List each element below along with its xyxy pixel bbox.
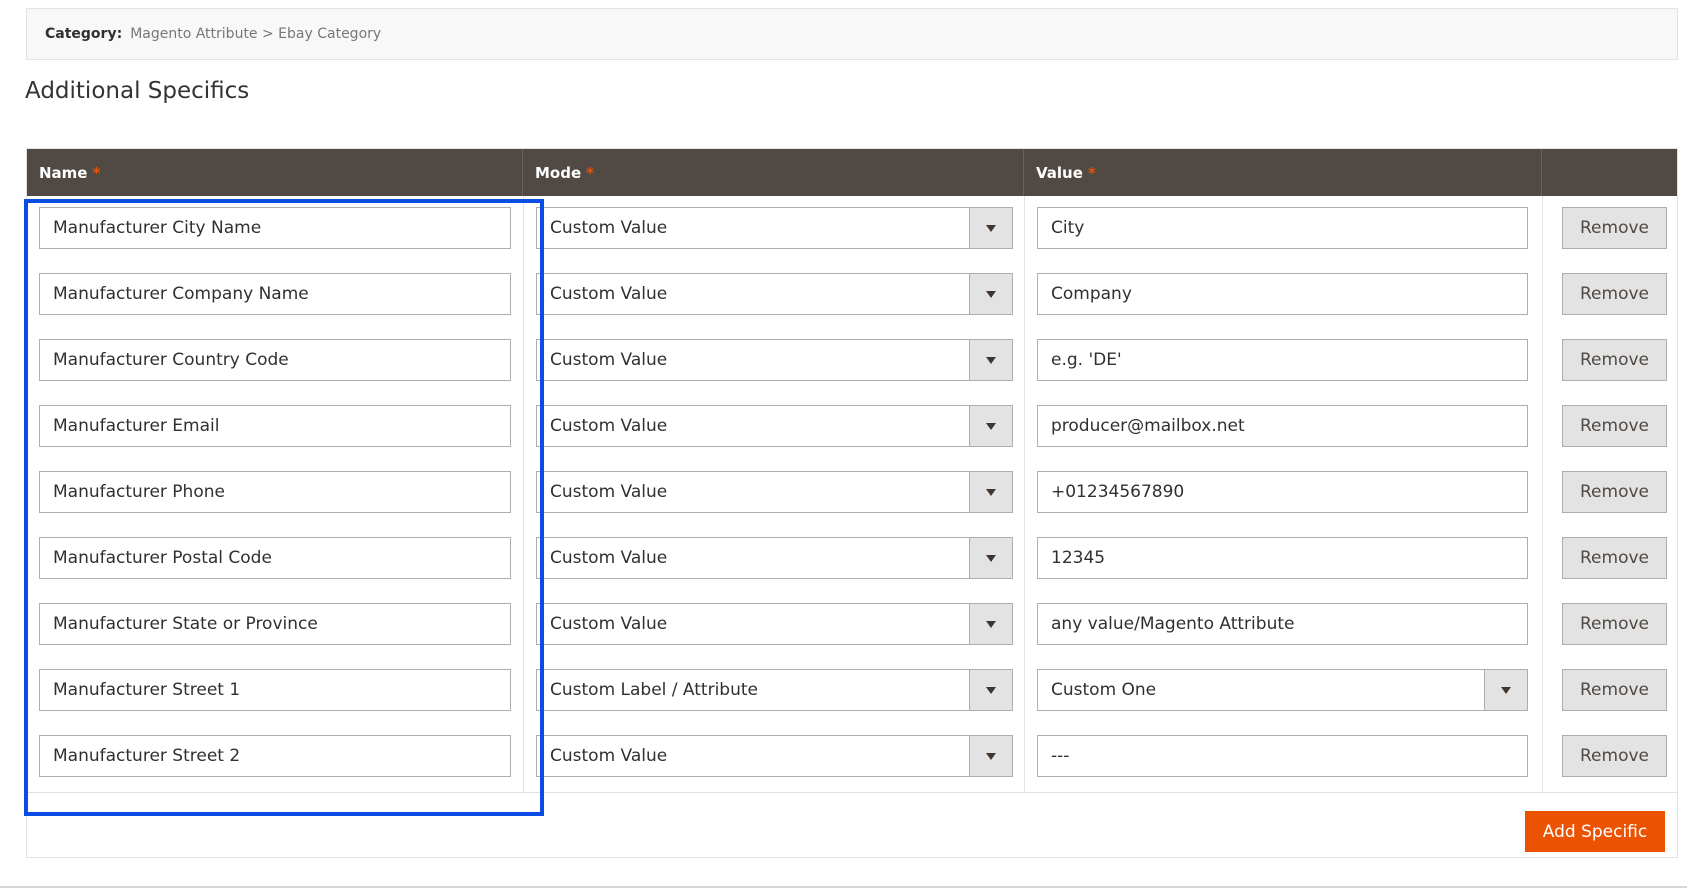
table-row: Manufacturer Company Name Custom Value Com… — [27, 273, 1677, 315]
remove-button[interactable]: Remove — [1562, 405, 1667, 447]
remove-button[interactable]: Remove — [1562, 339, 1667, 381]
value-input[interactable]: 12345 — [1037, 537, 1528, 579]
table-row: Manufacturer Phone Custom Value +012345678… — [27, 471, 1677, 513]
chevron-down-icon[interactable] — [969, 274, 1012, 314]
mode-select[interactable]: Custom Label / Attribute — [536, 669, 1013, 711]
value-text: Company — [1051, 284, 1132, 304]
mode-select-value: Custom Value — [550, 284, 668, 304]
table-row: Manufacturer State or Province Custom Val… — [27, 603, 1677, 645]
mode-select-value: Custom Label / Attribute — [550, 680, 758, 700]
name-input[interactable]: Manufacturer Country Code — [39, 339, 511, 381]
chevron-down-icon[interactable] — [969, 604, 1012, 644]
value-input[interactable]: +01234567890 — [1037, 471, 1528, 513]
value-text: 12345 — [1051, 548, 1106, 568]
category-label: Category: — [45, 26, 123, 42]
name-input[interactable]: Manufacturer Company Name — [39, 273, 511, 315]
remove-button[interactable]: Remove — [1562, 273, 1667, 315]
category-path: Magento Attribute > Ebay Category — [130, 26, 382, 42]
chevron-down-icon[interactable] — [969, 208, 1012, 248]
chevron-down-icon[interactable] — [969, 736, 1012, 776]
value-input[interactable]: any value/Magento Attribute — [1037, 603, 1528, 645]
mode-select-value: Custom Value — [550, 350, 668, 370]
value-text: Custom One — [1051, 680, 1157, 700]
value-text: --- — [1051, 746, 1070, 766]
category-bar: Category: Magento Attribute > Ebay Categ… — [26, 8, 1678, 60]
table-row: Manufacturer Country Code Custom Value e.g… — [27, 339, 1677, 381]
column-header-mode-label: Mode — [535, 163, 582, 182]
table-row: Manufacturer Street 2 Custom Value --- Remo… — [27, 735, 1677, 777]
name-input[interactable]: Manufacturer Street 2 — [39, 735, 511, 777]
remove-button[interactable]: Remove — [1562, 603, 1667, 645]
value-select[interactable]: Custom One — [1037, 669, 1528, 711]
remove-button[interactable]: Remove — [1562, 537, 1667, 579]
mode-select-value: Custom Value — [550, 614, 668, 634]
required-mark: * — [1087, 163, 1096, 182]
add-specific-button[interactable]: Add Specific — [1525, 811, 1665, 852]
mode-select-value: Custom Value — [550, 746, 668, 766]
column-header-name: Name * — [27, 149, 523, 196]
table-row: Manufacturer Postal Code Custom Value 1234… — [27, 537, 1677, 579]
value-input[interactable]: --- — [1037, 735, 1528, 777]
table-row: Manufacturer City Name Custom Value City Re… — [27, 207, 1677, 249]
table-row: Manufacturer Email Custom Value producer@m… — [27, 405, 1677, 447]
column-header-name-label: Name — [39, 163, 88, 182]
chevron-down-icon[interactable] — [969, 406, 1012, 446]
remove-button[interactable]: Remove — [1562, 735, 1667, 777]
page-bottom-border — [0, 886, 1687, 888]
remove-button[interactable]: Remove — [1562, 207, 1667, 249]
name-input[interactable]: Manufacturer Postal Code — [39, 537, 511, 579]
mode-select-value: Custom Value — [550, 416, 668, 436]
mode-select[interactable]: Custom Value — [536, 273, 1013, 315]
value-text: e.g. 'DE' — [1051, 350, 1122, 370]
column-header-mode: Mode * — [523, 149, 1024, 196]
mode-select-value: Custom Value — [550, 482, 668, 502]
specifics-table: Name * Mode * Value * Manufacturer City Nam… — [26, 148, 1678, 858]
value-text: producer@mailbox.net — [1051, 416, 1245, 436]
mode-select-value: Custom Value — [550, 548, 668, 568]
name-input[interactable]: Manufacturer Phone — [39, 471, 511, 513]
name-input[interactable]: Manufacturer City Name — [39, 207, 511, 249]
name-input[interactable]: Manufacturer Email — [39, 405, 511, 447]
chevron-down-icon[interactable] — [969, 538, 1012, 578]
chevron-down-icon[interactable] — [969, 472, 1012, 512]
section-title: Additional Specifics — [25, 78, 250, 104]
mode-select[interactable]: Custom Value — [536, 735, 1013, 777]
mode-select[interactable]: Custom Value — [536, 405, 1013, 447]
column-header-actions — [1542, 149, 1679, 196]
chevron-down-icon[interactable] — [1484, 670, 1527, 710]
mode-select[interactable]: Custom Value — [536, 207, 1013, 249]
mode-select-value: Custom Value — [550, 218, 668, 238]
required-mark: * — [586, 163, 595, 182]
column-header-value: Value * — [1024, 149, 1542, 196]
name-input[interactable]: Manufacturer Street 1 — [39, 669, 511, 711]
remove-button[interactable]: Remove — [1562, 669, 1667, 711]
remove-button[interactable]: Remove — [1562, 471, 1667, 513]
value-text: any value/Magento Attribute — [1051, 614, 1295, 634]
value-input[interactable]: Company — [1037, 273, 1528, 315]
value-input[interactable]: e.g. 'DE' — [1037, 339, 1528, 381]
name-input[interactable]: Manufacturer State or Province — [39, 603, 511, 645]
mode-select[interactable]: Custom Value — [536, 471, 1013, 513]
required-mark: * — [92, 163, 101, 182]
chevron-down-icon[interactable] — [969, 340, 1012, 380]
value-text: +01234567890 — [1051, 482, 1185, 502]
table-rows-bottom-border — [27, 792, 1677, 793]
table-row: Manufacturer Street 1 Custom Label / Attr… — [27, 669, 1677, 711]
mode-select[interactable]: Custom Value — [536, 537, 1013, 579]
value-input[interactable]: producer@mailbox.net — [1037, 405, 1528, 447]
column-header-value-label: Value — [1036, 163, 1083, 182]
mode-select[interactable]: Custom Value — [536, 339, 1013, 381]
table-header: Name * Mode * Value * — [27, 149, 1677, 196]
mode-select[interactable]: Custom Value — [536, 603, 1013, 645]
chevron-down-icon[interactable] — [969, 670, 1012, 710]
value-input[interactable]: City — [1037, 207, 1528, 249]
value-text: City — [1051, 218, 1085, 238]
